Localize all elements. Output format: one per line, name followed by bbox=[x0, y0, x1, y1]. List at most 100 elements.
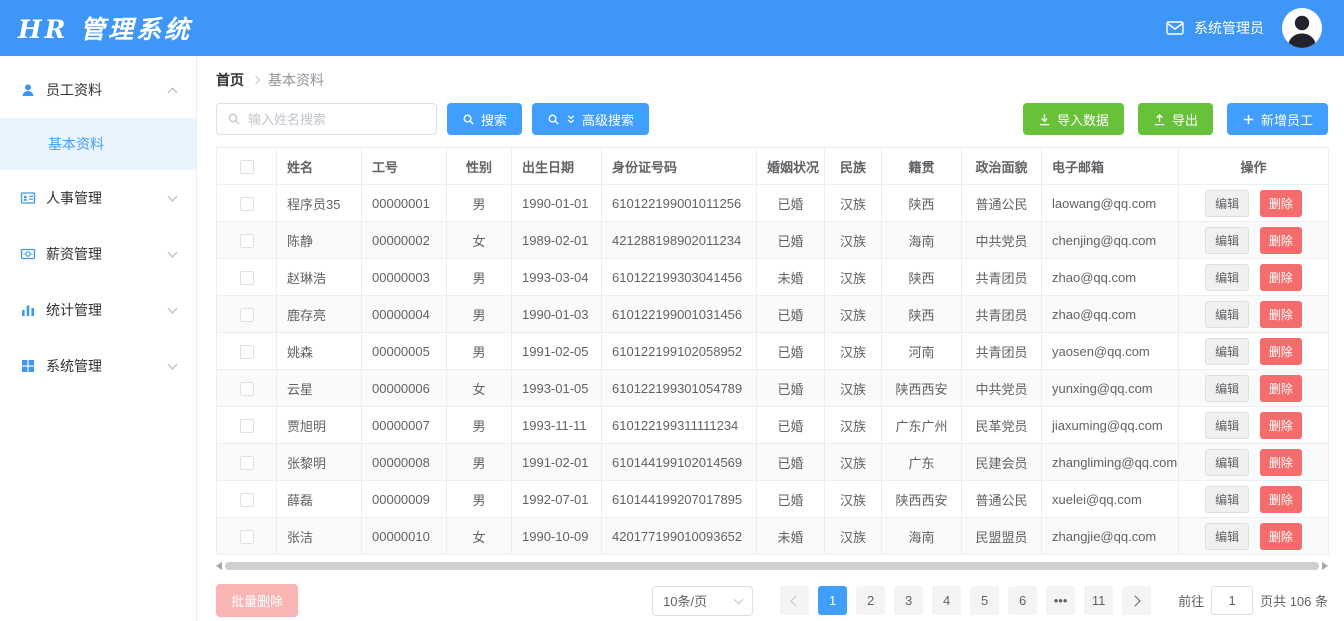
sidebar-item-statistics-management[interactable]: 统计管理 bbox=[0, 282, 196, 338]
row-checkbox[interactable] bbox=[239, 455, 254, 470]
goto-label: 前往 bbox=[1178, 594, 1205, 609]
sidebar-item-label: 员工资料 bbox=[46, 82, 102, 98]
scroll-right-arrow-icon[interactable] bbox=[1322, 561, 1328, 570]
batch-delete-button[interactable]: 批量删除 bbox=[216, 584, 299, 617]
search-icon bbox=[463, 114, 474, 125]
cell-id-card: 610122199303041456 bbox=[601, 258, 757, 296]
cell-political-status: 共青团员 bbox=[961, 258, 1042, 296]
pager-page-2[interactable]: 2 bbox=[856, 586, 886, 615]
search-input[interactable] bbox=[248, 111, 426, 127]
edit-button[interactable]: 编辑 bbox=[1205, 226, 1250, 254]
cell-birth-date: 1990-01-03 bbox=[511, 295, 602, 333]
scrollbar-thumb[interactable] bbox=[225, 561, 1319, 570]
cell-marital-status: 未婚 bbox=[756, 258, 825, 296]
delete-button[interactable]: 删除 bbox=[1259, 189, 1302, 217]
row-checkbox[interactable] bbox=[239, 344, 254, 359]
cell-name: 陈静 bbox=[276, 221, 362, 259]
sidebar-item-basic-info[interactable]: 基本资料 bbox=[0, 118, 196, 170]
delete-button[interactable]: 删除 bbox=[1259, 485, 1302, 513]
cell-actions: 编辑 删除 bbox=[1178, 258, 1329, 296]
import-data-button[interactable]: 导入数据 bbox=[1022, 103, 1124, 135]
row-checkbox[interactable] bbox=[239, 492, 254, 507]
goto-page-input[interactable] bbox=[1211, 586, 1254, 615]
pager-page-1[interactable]: 1 bbox=[818, 586, 848, 615]
cell-actions: 编辑 删除 bbox=[1178, 517, 1329, 555]
sidebar-item-system-management[interactable]: 系统管理 bbox=[0, 338, 196, 394]
current-user-label[interactable]: 系统管理员 bbox=[1194, 18, 1264, 38]
row-checkbox[interactable] bbox=[239, 307, 254, 322]
breadcrumb: 首页 基本资料 bbox=[216, 70, 1328, 90]
pager-next-button[interactable] bbox=[1122, 586, 1152, 615]
pagination: 10条/页 123456 ••• 11 前往 页共 106 条 bbox=[652, 585, 1328, 616]
sidebar-item-hr-management[interactable]: 人事管理 bbox=[0, 170, 196, 226]
cell-ethnicity: 汉族 bbox=[824, 443, 882, 481]
cell-political-status: 普通公民 bbox=[961, 184, 1042, 222]
row-checkbox[interactable] bbox=[239, 196, 254, 211]
search-button[interactable]: 搜索 bbox=[447, 103, 523, 135]
cell-name: 鹿存亮 bbox=[276, 295, 362, 333]
delete-button[interactable]: 删除 bbox=[1259, 374, 1302, 402]
row-checkbox[interactable] bbox=[239, 529, 254, 544]
cell-gender: 男 bbox=[446, 184, 512, 222]
edit-button[interactable]: 编辑 bbox=[1205, 411, 1250, 439]
delete-button[interactable]: 删除 bbox=[1259, 522, 1302, 550]
export-button[interactable]: 导出 bbox=[1137, 103, 1213, 135]
cell-employee-id: 00000006 bbox=[361, 369, 447, 407]
cell-actions: 编辑 删除 bbox=[1178, 332, 1329, 370]
delete-button[interactable]: 删除 bbox=[1259, 226, 1302, 254]
cell-employee-id: 00000003 bbox=[361, 258, 447, 296]
edit-button[interactable]: 编辑 bbox=[1205, 263, 1250, 291]
chevron-right-icon bbox=[1129, 594, 1141, 607]
pager-page-4[interactable]: 4 bbox=[932, 586, 962, 615]
pager-page-11[interactable]: 11 bbox=[1084, 586, 1114, 615]
pager-prev-button[interactable] bbox=[780, 586, 810, 615]
row-checkbox[interactable] bbox=[239, 270, 254, 285]
cell-actions: 编辑 删除 bbox=[1178, 184, 1329, 222]
page-size-select[interactable]: 10条/页 bbox=[652, 585, 754, 616]
advanced-search-button[interactable]: 高级搜索 bbox=[532, 103, 650, 135]
delete-button[interactable]: 删除 bbox=[1259, 300, 1302, 328]
edit-button[interactable]: 编辑 bbox=[1205, 522, 1250, 550]
edit-button[interactable]: 编辑 bbox=[1205, 189, 1250, 217]
row-checkbox[interactable] bbox=[239, 418, 254, 433]
select-all-checkbox[interactable] bbox=[239, 159, 254, 174]
add-employee-button[interactable]: 新增员工 bbox=[1226, 103, 1328, 135]
breadcrumb-home[interactable]: 首页 bbox=[216, 70, 244, 90]
cell-employee-id: 00000002 bbox=[361, 221, 447, 259]
row-checkbox[interactable] bbox=[239, 233, 254, 248]
edit-button[interactable]: 编辑 bbox=[1205, 448, 1250, 476]
edit-button[interactable]: 编辑 bbox=[1205, 485, 1250, 513]
pager-page-5[interactable]: 5 bbox=[970, 586, 1000, 615]
cell-employee-id: 00000004 bbox=[361, 295, 447, 333]
cell-name: 贾旭明 bbox=[276, 406, 362, 444]
search-icon bbox=[548, 114, 559, 125]
pager-page-3[interactable]: 3 bbox=[894, 586, 924, 615]
cell-actions: 编辑 删除 bbox=[1178, 221, 1329, 259]
row-checkbox[interactable] bbox=[239, 381, 254, 396]
table-row: 张洁 00000010 女 1990-10-09 420177199010093… bbox=[216, 517, 1329, 555]
scroll-left-arrow-icon[interactable] bbox=[216, 561, 222, 570]
delete-button[interactable]: 删除 bbox=[1259, 263, 1302, 291]
sidebar-item-employee-data[interactable]: 员工资料 bbox=[0, 62, 196, 118]
column-header-political: 政治面貌 bbox=[961, 147, 1042, 185]
edit-button[interactable]: 编辑 bbox=[1205, 374, 1250, 402]
sidebar-item-salary-management[interactable]: 薪资管理 bbox=[0, 226, 196, 282]
cell-political-status: 中共党员 bbox=[961, 221, 1042, 259]
cell-email: zhao@qq.com bbox=[1041, 258, 1179, 296]
mail-icon[interactable] bbox=[1166, 21, 1184, 35]
delete-button[interactable]: 删除 bbox=[1259, 411, 1302, 439]
delete-button[interactable]: 删除 bbox=[1259, 448, 1302, 476]
horizontal-scrollbar bbox=[216, 560, 1328, 571]
pager-page-6[interactable]: 6 bbox=[1008, 586, 1038, 615]
edit-button[interactable]: 编辑 bbox=[1205, 300, 1250, 328]
cell-id-card: 610122199301054789 bbox=[601, 369, 757, 407]
edit-button[interactable]: 编辑 bbox=[1205, 337, 1250, 365]
import-data-button-label: 导入数据 bbox=[1056, 112, 1109, 128]
delete-button[interactable]: 删除 bbox=[1259, 337, 1302, 365]
avatar[interactable] bbox=[1282, 8, 1322, 48]
cell-id-card: 610122199102058952 bbox=[601, 332, 757, 370]
cell-employee-id: 00000010 bbox=[361, 517, 447, 555]
pager-ellipsis[interactable]: ••• bbox=[1046, 586, 1076, 615]
table-row: 云星 00000006 女 1993-01-05 610122199301054… bbox=[216, 369, 1329, 407]
cell-political-status: 共青团员 bbox=[961, 332, 1042, 370]
